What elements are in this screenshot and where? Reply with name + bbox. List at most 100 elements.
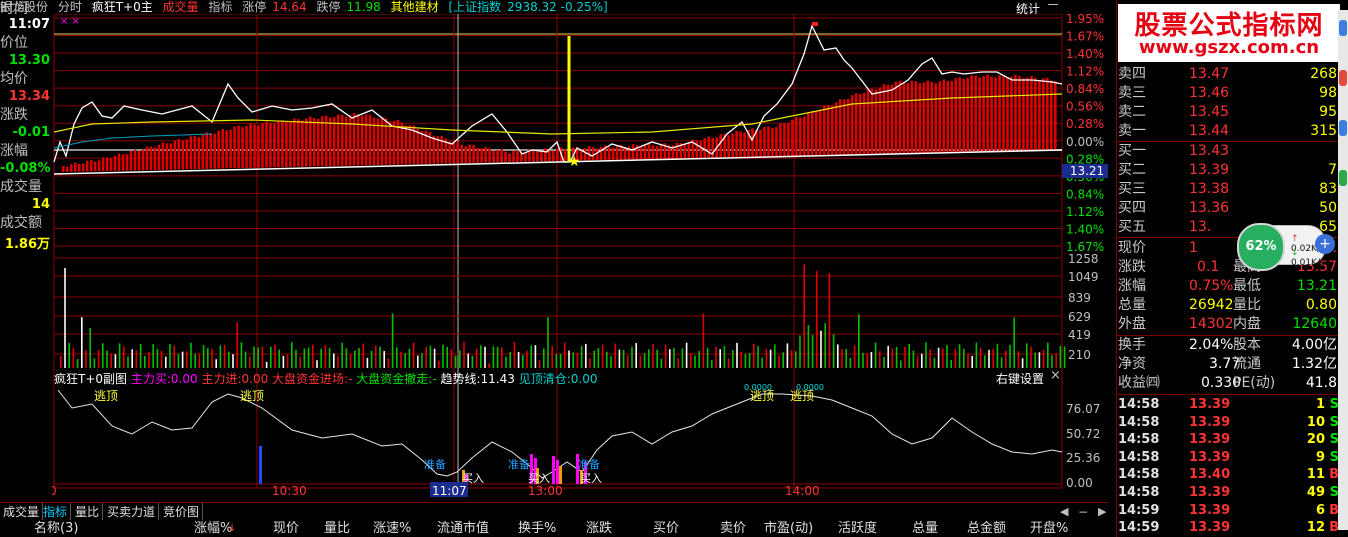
volume-bar bbox=[223, 344, 226, 368]
main-force-bar bbox=[803, 116, 806, 156]
float-label: 流通 bbox=[1233, 356, 1261, 372]
ask-row: 卖四 13.47 268 bbox=[1117, 65, 1348, 84]
index-label[interactable]: [上证指数 bbox=[448, 0, 501, 14]
scroll-left-icon[interactable]: ◀ bbox=[1060, 503, 1068, 521]
volume-bar bbox=[76, 359, 79, 368]
time-tick-label: 14:00 bbox=[785, 484, 820, 498]
scroll-minus-icon[interactable]: − bbox=[1078, 503, 1088, 521]
bid-label: 买五 bbox=[1118, 219, 1146, 235]
volume-bar bbox=[148, 351, 150, 368]
main-force-bar bbox=[384, 118, 388, 165]
toolbar-btn-2-icon[interactable] bbox=[1339, 70, 1347, 86]
main-force-bar bbox=[133, 149, 137, 171]
main-indicator-name[interactable]: 疯狂T+0主 bbox=[92, 0, 153, 14]
index-value: 2938.32 -0.25%] bbox=[507, 0, 608, 14]
volume-bar bbox=[1059, 346, 1062, 368]
tab-volume[interactable]: 成交量 bbox=[0, 503, 44, 521]
volume-bar bbox=[828, 273, 831, 368]
col-change[interactable]: 涨跌 bbox=[586, 520, 612, 537]
main-force-bar bbox=[611, 147, 615, 160]
col-speed[interactable]: 涨速% bbox=[373, 520, 411, 537]
volume-bar bbox=[576, 352, 579, 368]
volume-bar bbox=[127, 356, 129, 368]
main-force-bar bbox=[1054, 81, 1057, 150]
tab-indicator[interactable]: 指标 bbox=[40, 503, 72, 521]
sector-link[interactable]: 其他建材 bbox=[391, 0, 439, 14]
volume-bar bbox=[1005, 350, 1007, 368]
volume-bar bbox=[93, 358, 96, 368]
tab-buy-sell-force[interactable]: 买卖力道 bbox=[104, 503, 160, 521]
volume-bar bbox=[354, 350, 356, 368]
col-bid[interactable]: 买价 bbox=[653, 520, 679, 537]
main-force-bar bbox=[866, 89, 870, 155]
volume-bar bbox=[492, 346, 495, 368]
ask-volume: 95 bbox=[1319, 104, 1337, 120]
col-total-volume[interactable]: 总量 bbox=[912, 520, 938, 537]
main-force-bar bbox=[731, 133, 734, 158]
main-force-bar bbox=[587, 146, 591, 161]
toolbar-btn-4-icon[interactable] bbox=[1339, 170, 1347, 186]
volume-bar bbox=[190, 342, 192, 368]
toolbar-btn-3-icon[interactable] bbox=[1339, 120, 1347, 136]
col-name[interactable]: 名称(3) bbox=[34, 520, 78, 537]
volume-bar bbox=[106, 350, 108, 368]
vr-value: 0.80 bbox=[1305, 297, 1337, 313]
turnover-label: 换手 bbox=[1118, 337, 1146, 353]
col-pe[interactable]: 市盈(动) bbox=[764, 520, 813, 537]
tick-volume: 9 bbox=[1315, 449, 1325, 465]
side-toolbar bbox=[1338, 10, 1348, 530]
volume-bar bbox=[790, 350, 793, 368]
main-force-bar bbox=[269, 123, 272, 168]
main-force-bar bbox=[886, 84, 890, 154]
minimize-icon[interactable] bbox=[1048, 4, 1058, 5]
main-force-bar bbox=[221, 129, 224, 169]
col-ask[interactable]: 卖价 bbox=[720, 520, 746, 537]
col-change-pct[interactable]: 涨幅% bbox=[194, 520, 232, 537]
intraday-chart[interactable]: ★ 逃顶 逃顶 逃顶 逃顶准备 准备 准备买入 买入 买入0.0000 0.0000 1.95%… bbox=[52, 14, 1114, 504]
volume-bar bbox=[593, 350, 595, 368]
volume-bar bbox=[589, 357, 591, 368]
main-force-bar bbox=[643, 145, 647, 160]
tab-auction[interactable]: 竞价图 bbox=[160, 503, 204, 521]
main-force-bar bbox=[1006, 77, 1009, 152]
main-force-bar bbox=[388, 121, 392, 165]
col-activity[interactable]: 活跃度 bbox=[838, 520, 877, 537]
volume-bar bbox=[736, 342, 738, 368]
indicator-toggle[interactable]: 指标 bbox=[208, 0, 232, 14]
volume-bar bbox=[887, 345, 889, 368]
main-force-bar bbox=[759, 129, 762, 157]
volume-bar bbox=[1021, 358, 1024, 368]
bid-row: 买二 13.39 7 bbox=[1117, 161, 1348, 180]
volume-bar bbox=[765, 348, 768, 368]
volume-bar bbox=[555, 354, 558, 368]
volume-bar bbox=[135, 350, 138, 368]
volume-bar bbox=[89, 328, 91, 368]
col-price[interactable]: 现价 bbox=[273, 520, 299, 537]
col-volume-ratio[interactable]: 量比 bbox=[324, 520, 350, 537]
volume-bar bbox=[585, 343, 587, 368]
main-force-bar bbox=[799, 117, 802, 156]
sub-indicator-name[interactable]: 疯狂T+0副图 bbox=[54, 372, 127, 386]
col-turnover[interactable]: 换手% bbox=[518, 520, 556, 537]
tab-volume-ratio[interactable]: 量比 bbox=[72, 503, 104, 521]
add-icon[interactable]: + bbox=[1315, 234, 1335, 254]
network-speed-widget[interactable]: 62% ↑ 0.02K/s ↓ 0.01K/s + bbox=[1237, 223, 1335, 271]
col-open-pct[interactable]: 开盘% bbox=[1030, 520, 1068, 537]
toolbar-btn-1-icon[interactable] bbox=[1339, 20, 1347, 36]
volume-bar bbox=[509, 352, 511, 368]
view-label[interactable]: 分时 bbox=[58, 0, 82, 14]
volume-toggle[interactable]: 成交量 bbox=[163, 0, 199, 14]
volume-bar bbox=[622, 349, 625, 368]
tick-time: 14:58 bbox=[1118, 432, 1160, 448]
limit-up-label: 涨停 bbox=[242, 0, 267, 14]
close-icon[interactable]: × bbox=[1050, 368, 1061, 383]
main-force-bar bbox=[795, 116, 798, 156]
col-total-amount[interactable]: 总金额 bbox=[967, 520, 1006, 537]
bid-price: 13.43 bbox=[1189, 143, 1230, 159]
volume-bar bbox=[975, 342, 978, 368]
main-force-bar bbox=[281, 120, 284, 168]
right-click-settings[interactable]: 右键设置 bbox=[996, 370, 1044, 387]
main-force-bar bbox=[767, 126, 770, 157]
scroll-right-icon[interactable]: ▶ bbox=[1098, 503, 1106, 521]
col-float-cap[interactable]: 流通市值 bbox=[437, 520, 489, 537]
